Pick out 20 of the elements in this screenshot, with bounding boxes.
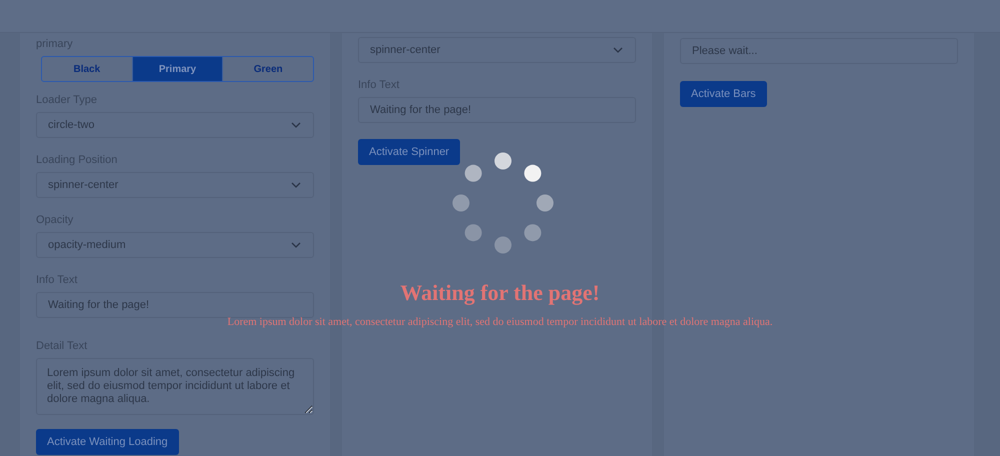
activate-button[interactable]: Activate Spinner (358, 139, 460, 165)
text-area[interactable]: Lorem ipsum dolor sit amet, consectetur adipiscing elit, sed do eiusmod tempor incididunt ut labore et dolore magna aliqua. (36, 358, 314, 415)
toggle-option[interactable]: Green (223, 57, 313, 81)
chevron-icon (291, 242, 301, 248)
text-field[interactable]: Please wait... (680, 38, 958, 64)
dropdown[interactable]: opacity-medium (36, 232, 314, 258)
text-field[interactable]: Waiting for the page! (358, 97, 636, 123)
loading-title: Waiting for the page! (400, 280, 600, 306)
chevron-icon (613, 47, 623, 53)
loading-detail: Lorem ipsum dolor sit amet, consectetur adipiscing elit, sed do eiusmod tempor incididunt ut labore et dolore magna aliqua. (227, 316, 773, 328)
activate-button[interactable]: Activate Bars (680, 81, 767, 107)
activate-button[interactable]: Activate Waiting Loading (36, 429, 179, 455)
chevron-icon (291, 122, 301, 128)
dropdown[interactable]: circle-two (36, 112, 314, 138)
dropdown[interactable]: spinner-center (36, 172, 314, 198)
dropdown[interactable]: spinner-center (358, 37, 636, 63)
toggle-option[interactable]: Primary (132, 57, 224, 81)
chevron-icon (291, 182, 301, 188)
spinner-icon (451, 151, 555, 255)
text-field[interactable]: Waiting for the page! (36, 292, 314, 318)
